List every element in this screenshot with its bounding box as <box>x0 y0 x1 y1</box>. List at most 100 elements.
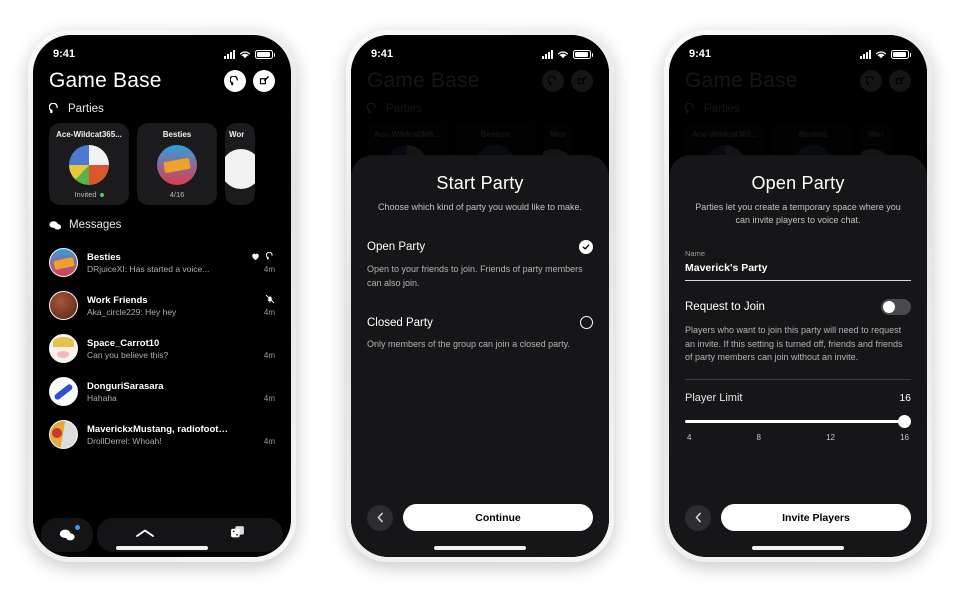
player-limit-value: 16 <box>899 391 911 404</box>
list-item-body: DonguriSarasara Hahaha <box>87 381 232 403</box>
tab-messages[interactable] <box>41 518 93 552</box>
heart-icon <box>252 253 259 260</box>
phone-1-screen: 9:41 Game Base Parties Ace-Wildcat365...… <box>33 35 291 557</box>
chevron-left-icon <box>377 512 383 523</box>
list-item-body: Work Friends Aka_circle229: Hey hey <box>87 295 232 317</box>
messages-section-label: Messages <box>69 219 122 231</box>
chat-bubbles-icon <box>59 529 75 541</box>
continue-button[interactable]: Continue <box>403 504 593 531</box>
request-to-join-toggle[interactable] <box>881 299 911 316</box>
parties-carousel[interactable]: Ace-Wildcat365... Invited Besties 4/16 W… <box>33 121 291 205</box>
messages-section-header: Messages <box>33 205 291 237</box>
list-item[interactable]: Work Friends Aka_circle229: Hey hey 4m <box>47 284 277 327</box>
tab-games[interactable] <box>230 525 245 545</box>
party-card[interactable]: Besties 4/16 <box>137 123 217 205</box>
parties-headset-button[interactable] <box>224 70 246 92</box>
player-limit-row: Player Limit 16 <box>685 392 911 404</box>
back-button[interactable] <box>367 504 393 531</box>
messages-list: Besties DRjuiceXI: Has started a voice..… <box>33 241 291 456</box>
message-time: 4m <box>263 394 275 403</box>
radio-unselected-icon[interactable] <box>580 316 593 330</box>
list-item-body: Besties DRjuiceXI: Has started a voice..… <box>87 252 232 274</box>
new-message-button[interactable] <box>253 70 275 92</box>
besties-avatar <box>49 248 78 277</box>
page-title: Game Base <box>49 69 162 92</box>
gradient-avatar <box>157 144 197 185</box>
radio-selected-icon[interactable] <box>579 240 593 255</box>
list-item-meta: 4m <box>241 337 275 360</box>
slider-knob[interactable] <box>898 414 911 428</box>
headset-icon <box>229 75 238 85</box>
home-indicator <box>116 546 208 550</box>
status-time: 9:41 <box>53 48 76 60</box>
party-card[interactable]: Ace-Wildcat365... Invited <box>49 123 129 205</box>
party-name-input[interactable]: Maverick's Party <box>685 262 911 274</box>
message-icons <box>251 251 275 261</box>
list-item-meta: 4m <box>241 294 275 317</box>
sheet-title: Open Party <box>751 173 845 193</box>
option-open-party[interactable]: Open Party <box>367 240 593 255</box>
tab-expand[interactable] <box>135 526 155 544</box>
request-to-join-row[interactable]: Request to Join <box>685 299 911 316</box>
chat-bubbles-icon <box>49 220 62 230</box>
back-button[interactable] <box>685 504 711 531</box>
list-item[interactable]: Besties DRjuiceXI: Has started a voice..… <box>47 241 277 284</box>
bottom-tab-bar <box>33 513 291 557</box>
message-title: Work Friends <box>87 294 148 306</box>
party-card-name: Wor <box>229 130 245 139</box>
message-preview: Hahaha <box>87 392 117 403</box>
field-underline <box>685 280 911 282</box>
divider <box>685 378 911 380</box>
workfriends-avatar <box>49 291 78 320</box>
invite-players-button[interactable]: Invite Players <box>721 504 911 531</box>
slider-track <box>685 419 911 423</box>
list-item-meta: 4m <box>241 423 275 446</box>
party-status-text: 4/16 <box>169 190 185 199</box>
phone-1: 9:41 Game Base Parties Ace-Wildcat365...… <box>28 30 296 562</box>
start-party-sheet: Start Party Choose which kind of party y… <box>351 155 609 557</box>
sheet-subtitle: Choose which kind of party you would lik… <box>377 202 583 212</box>
battery-icon <box>891 49 911 59</box>
list-item[interactable]: MaverickxMustang, radiofoot359315 DrollD… <box>47 413 277 456</box>
message-preview: Aka_circle229: Hey hey <box>87 306 177 317</box>
message-time: 4m <box>263 351 275 360</box>
message-preview: DrollDerrel: Whoah! <box>87 435 162 446</box>
collage-avatar <box>69 144 109 185</box>
player-limit-slider[interactable] <box>685 414 911 429</box>
open-party-sheet: Open Party Parties let you create a temp… <box>669 155 927 557</box>
headset-icon <box>49 103 58 114</box>
request-to-join-label: Request to Join <box>685 301 765 314</box>
status-time: 9:41 <box>371 48 394 60</box>
headset-icon <box>266 251 273 260</box>
wifi-icon <box>875 50 887 58</box>
phone-3-screen: 9:41 Game Base <box>669 35 927 557</box>
list-item[interactable]: Space_Carrot10 Can you believe this? 4m <box>47 327 277 370</box>
notification-badge <box>75 525 80 530</box>
compose-icon <box>259 75 269 84</box>
slider-tick: 4 <box>687 432 692 442</box>
screenshot-stage: 9:41 Game Base Parties Ace-Wildcat365...… <box>0 0 960 592</box>
phone-3: 9:41 Game Base <box>664 30 932 562</box>
option-label: Open Party <box>367 241 426 254</box>
battery-icon <box>255 49 275 59</box>
chevron-left-icon <box>695 512 701 523</box>
cellular-bars-icon <box>224 49 235 59</box>
message-time: 4m <box>263 265 275 274</box>
list-item[interactable]: DonguriSarasara Hahaha 4m <box>47 370 277 413</box>
party-card[interactable]: Wor <box>225 123 255 205</box>
wifi-icon <box>239 50 251 58</box>
request-to-join-description: Players who want to join this party will… <box>685 325 903 363</box>
battery-icon <box>573 49 593 59</box>
option-closed-party[interactable]: Closed Party <box>367 316 593 330</box>
dice-icon <box>231 526 245 538</box>
status-icons <box>224 49 275 59</box>
slider-tick: 8 <box>756 432 761 442</box>
home-indicator <box>434 546 526 550</box>
parties-section-label: Parties <box>68 103 104 115</box>
home-indicator <box>752 546 844 550</box>
bell-slash-icon <box>265 294 275 304</box>
status-dot-icon <box>99 192 104 197</box>
game-base-app: Game Base Parties Ace-Wildcat365... Invi… <box>33 35 291 557</box>
cellular-bars-icon <box>860 49 871 59</box>
maverick-avatar <box>49 420 78 449</box>
